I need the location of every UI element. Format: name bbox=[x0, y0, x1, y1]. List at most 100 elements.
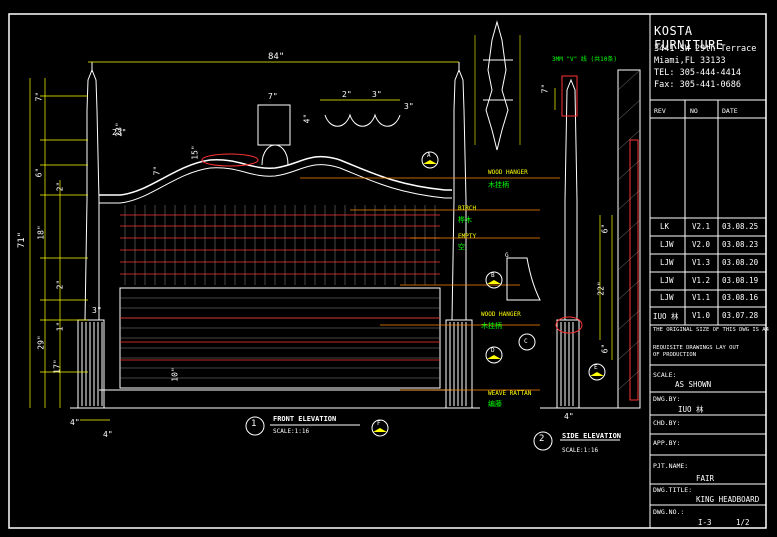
dwg-no-value: I-3 bbox=[698, 518, 712, 527]
section-marker-d: D bbox=[491, 347, 495, 354]
dwg-title-label: DWG.TITLE: bbox=[653, 486, 693, 494]
dim-left-8: 17" bbox=[52, 359, 62, 374]
callout-wood-hanger-1-cn: 木挂柄 bbox=[488, 181, 509, 189]
rev-4: LJW bbox=[660, 293, 674, 302]
app-by-label: APP.BY: bbox=[653, 439, 681, 447]
finial-dimensions bbox=[474, 35, 521, 145]
front-height-dim: 71" bbox=[17, 231, 28, 249]
dwg-by-value: IUO 林 bbox=[678, 405, 704, 414]
crest-ornament bbox=[261, 144, 289, 166]
rev-date-4: 03.08.16 bbox=[722, 293, 759, 302]
section-marker-b: B bbox=[491, 272, 495, 279]
callout-empty-cn: 空 bbox=[458, 243, 465, 251]
side-elevation-title: SIDE ELEVATION bbox=[562, 432, 622, 440]
section-marker-g: G bbox=[505, 252, 509, 259]
pjt-name-label: PJT.NAME: bbox=[653, 462, 689, 470]
note-original-size: THE ORIGINAL SIZE OF THIS DWG IS A4 bbox=[653, 327, 769, 333]
section-marker-a: A bbox=[427, 152, 431, 159]
dwg-by-label: DWG.BY: bbox=[653, 395, 681, 403]
callout-empty: EMPTY bbox=[458, 233, 477, 240]
finial-detail bbox=[483, 20, 513, 151]
dwg-no-label: DWG.NO.: bbox=[653, 508, 685, 516]
callout-weave-rattan-cn: 编藤 bbox=[488, 400, 502, 408]
dim-left-4: 18" bbox=[36, 225, 46, 240]
dim-left-5: 2" bbox=[55, 279, 65, 290]
side-dim-2: 22" bbox=[596, 281, 606, 296]
rev-date-3: 03.08.19 bbox=[722, 276, 759, 285]
dim-top-2: 3" bbox=[372, 90, 382, 99]
rev-date-1: 03.08.23 bbox=[722, 240, 759, 249]
side-elevation bbox=[540, 69, 641, 409]
dim-misc-4: 4" bbox=[302, 113, 312, 124]
chd-by-label: CHD.BY: bbox=[653, 419, 681, 427]
rev-no-5: V1.0 bbox=[692, 311, 711, 320]
profile-detail bbox=[506, 257, 541, 301]
dwg-title-value: KING HEADBOARD bbox=[696, 495, 760, 504]
pjt-name-value: FAIR bbox=[696, 474, 715, 483]
section-marker-c: C bbox=[524, 338, 528, 345]
dim-misc-2: 7" bbox=[152, 165, 162, 176]
scale-label: SCALE: bbox=[653, 371, 677, 379]
callout-finial-note: 3MM "V" 线 (共10条) bbox=[552, 56, 617, 63]
side-dim-3: 6" bbox=[600, 343, 610, 354]
dim-misc-3: 3" bbox=[92, 306, 102, 315]
rev-3: LJW bbox=[660, 276, 674, 285]
dim-left-3: 2" bbox=[55, 181, 65, 192]
dim-top-0: 7" bbox=[268, 92, 278, 101]
section-marker-e: E bbox=[594, 364, 598, 371]
dim-misc-6: 10" bbox=[170, 367, 180, 382]
fax: Fax: 305-441-0686 bbox=[654, 80, 741, 90]
rev-1: LJW bbox=[660, 240, 674, 249]
side-wall-hatch bbox=[617, 69, 641, 391]
rev-no-0: V2.1 bbox=[692, 222, 711, 231]
rev-no-3: V1.2 bbox=[692, 276, 711, 285]
front-elevation bbox=[29, 61, 560, 421]
dim-misc-1: 15" bbox=[190, 145, 200, 160]
dim-left-6: 1" bbox=[55, 321, 65, 332]
dim-left-2: 6" bbox=[34, 167, 44, 178]
dim-misc-0: 23" bbox=[112, 128, 127, 137]
date-header: DATE bbox=[722, 107, 738, 115]
callout-birch-cn: 桦木 bbox=[458, 216, 472, 224]
front-width-dim: 84" bbox=[268, 52, 285, 62]
rev-no-2: V1.3 bbox=[692, 258, 711, 267]
side-dim-0: 7" bbox=[540, 83, 550, 94]
callout-wood-hanger-1: WOOD HANGER bbox=[488, 169, 528, 176]
front-elevation-scale: SCALE:1:16 bbox=[273, 428, 310, 435]
callout-weave-rattan: WEAVE RATTAN bbox=[488, 390, 532, 397]
rev-date-5: 03.07.28 bbox=[722, 311, 759, 320]
front-elevation-title: FRONT ELEVATION bbox=[273, 415, 337, 423]
dim-misc-5: 4" bbox=[103, 430, 113, 439]
no-header: NO bbox=[690, 107, 698, 115]
side-elevation-scale: SCALE:1:16 bbox=[562, 447, 599, 454]
front-elevation-marker: 1 bbox=[251, 419, 257, 429]
section-marker-f: F bbox=[377, 420, 381, 427]
rev-date-2: 03.08.20 bbox=[722, 258, 759, 267]
scale-value: AS SHOWN bbox=[675, 380, 712, 389]
rev-no-1: V2.0 bbox=[692, 240, 711, 249]
left-post bbox=[77, 62, 105, 409]
tel: TEL: 305-444-4414 bbox=[654, 68, 741, 78]
callout-leaders bbox=[300, 177, 560, 391]
rev-no-4: V1.1 bbox=[692, 293, 711, 302]
side-dim-4: 4" bbox=[564, 412, 574, 421]
side-dim-1: 6" bbox=[600, 223, 610, 234]
side-elevation-marker: 2 bbox=[539, 434, 545, 444]
callout-wood-hanger-2-cn: 木挂柄 bbox=[481, 322, 502, 330]
dim-top-1: 2" bbox=[342, 90, 352, 99]
callout-wood-hanger-2: WOOD HANGER bbox=[481, 311, 521, 318]
rev-0: LK bbox=[660, 222, 670, 231]
address-line1: 3441 SW 29th Terrace bbox=[654, 44, 757, 54]
address-line2: Miami,FL 33133 bbox=[654, 56, 726, 66]
section-markers bbox=[245, 151, 606, 451]
dim-left-0: 7" bbox=[34, 91, 44, 102]
dim-left-9: 4" bbox=[70, 418, 80, 427]
dim-top-3: 3" bbox=[404, 102, 414, 111]
birch-panel-verticals bbox=[124, 205, 436, 285]
note-production: OF PRODUCTION bbox=[653, 352, 697, 358]
rev-date-0: 03.08.25 bbox=[722, 222, 759, 231]
rev-header: REV bbox=[654, 107, 666, 115]
crest-profile-detail bbox=[324, 113, 401, 127]
top-detail-box bbox=[257, 104, 291, 146]
title-block: KOSTA FURNITURE 3441 SW 29th Terrace Mia… bbox=[650, 14, 769, 528]
